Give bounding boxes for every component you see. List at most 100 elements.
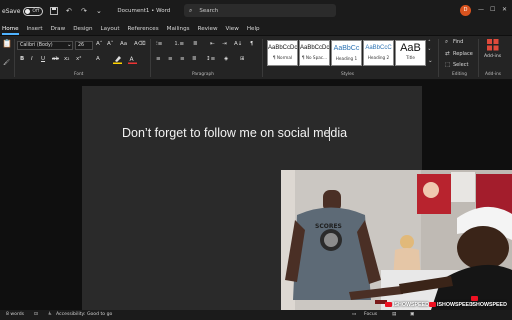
select-icon[interactable]: ⬚ — [445, 62, 450, 69]
addins-icon[interactable] — [487, 39, 499, 54]
document-text[interactable]: Don’t forget to follow me on social medi… — [122, 126, 347, 140]
align-left-icon[interactable]: ≡ — [156, 56, 161, 63]
print-layout-icon[interactable]: ▣ — [410, 312, 414, 317]
redo-icon[interactable]: ↷ — [79, 7, 88, 16]
style-heading-2[interactable]: AaBbCcC Heading 2 — [363, 40, 394, 66]
close-icon[interactable]: ✕ — [502, 6, 507, 13]
style-sample: AaBbCc — [333, 45, 360, 52]
style-title[interactable]: AaB Title — [395, 40, 426, 66]
find-icon[interactable]: ⌕ — [445, 39, 448, 46]
minimize-icon[interactable]: — — [478, 6, 484, 13]
focus-button[interactable]: Focus — [364, 312, 377, 317]
align-right-icon[interactable]: ≡ — [180, 56, 185, 63]
paste-icon[interactable]: 📋 — [2, 40, 12, 48]
line-spacing-icon[interactable]: ↕≡ — [206, 56, 215, 63]
toggle-knob — [25, 8, 31, 14]
style-name: Heading 2 — [367, 55, 390, 60]
increase-indent-icon[interactable]: ⇥ — [222, 41, 227, 48]
svg-text:A: A — [130, 56, 135, 63]
superscript-icon[interactable]: x² — [76, 56, 81, 63]
replace-label[interactable]: Replace — [453, 51, 473, 58]
proofing-icon[interactable]: ⊡ — [34, 312, 38, 317]
decrease-indent-icon[interactable]: ⇤ — [210, 41, 215, 48]
text-effects-icon[interactable]: A — [96, 56, 100, 63]
numbering-icon[interactable]: ⒈≡ — [174, 41, 184, 48]
tab-draw[interactable]: Draw — [49, 26, 72, 32]
tab-insert[interactable]: Insert — [25, 26, 49, 32]
bullets-icon[interactable]: ⁝≡ — [156, 41, 162, 48]
styles-scroll-down-icon[interactable]: ˅ — [428, 49, 431, 56]
tab-layout[interactable]: Layout — [99, 26, 126, 32]
styles-more-icon[interactable]: ⌄ — [428, 58, 433, 65]
style-normal[interactable]: AaBbCcDc ¶ Normal — [267, 40, 298, 66]
tab-review[interactable]: Review — [196, 26, 224, 32]
tab-view[interactable]: View — [224, 26, 245, 32]
undo-icon[interactable]: ↶ — [64, 7, 73, 16]
grow-font-icon[interactable]: A˄ — [96, 41, 103, 48]
search-box[interactable]: ⌕ Search — [184, 4, 336, 17]
shrink-font-icon[interactable]: A˅ — [107, 41, 114, 48]
tab-references[interactable]: References — [126, 26, 165, 32]
font-group-label: Font — [74, 72, 84, 77]
webcam-overlay: SCORES ISHOWSPEED ISHOWSPEED ISHOWSPEED — [281, 170, 512, 310]
style-heading-1[interactable]: AaBbCc Heading 1 — [331, 40, 362, 66]
word-count[interactable]: 8 words — [6, 312, 24, 317]
divider — [438, 39, 439, 77]
tab-help[interactable]: Help — [245, 26, 266, 32]
highlight-icon[interactable] — [113, 55, 122, 67]
divider — [150, 39, 151, 77]
strikethrough-icon[interactable]: ab — [52, 56, 59, 63]
styles-group-label: Styles — [341, 72, 355, 77]
tab-home[interactable]: Home — [0, 26, 25, 35]
borders-icon[interactable]: ⊞ — [240, 56, 245, 63]
maximize-icon[interactable]: ☐ — [490, 6, 495, 13]
accessibility-icon[interactable]: ♿ — [48, 312, 52, 317]
status-bar: 8 words ⊡ ♿ Accessibility: Good to go ▭ … — [0, 310, 512, 320]
tab-design[interactable]: Design — [71, 26, 98, 32]
multilevel-list-icon[interactable]: ≣ — [193, 41, 198, 48]
clear-formatting-icon[interactable]: A⌫ — [134, 41, 146, 48]
save-icon[interactable] — [49, 6, 58, 16]
font-size-value: 26 — [78, 43, 85, 48]
format-painter-icon[interactable]: 🖌 — [3, 60, 10, 67]
show-formatting-icon[interactable]: ¶ — [250, 41, 254, 48]
italic-icon[interactable]: I — [31, 56, 33, 63]
more-commands-icon[interactable]: ⌄ — [94, 7, 103, 16]
font-size-select[interactable]: 26 — [75, 41, 93, 50]
shirt-text: SCORES — [315, 223, 342, 230]
align-center-icon[interactable]: ≡ — [168, 56, 173, 63]
style-sample: AaB — [400, 42, 421, 54]
youtube-icon — [385, 302, 392, 308]
autosave-toggle[interactable]: Off — [23, 6, 44, 16]
shading-icon[interactable]: ◈ — [224, 56, 228, 63]
accessibility-status[interactable]: Accessibility: Good to go — [56, 312, 112, 317]
change-case-icon[interactable]: Aa — [120, 41, 127, 48]
sort-icon[interactable]: A↓ — [234, 41, 242, 48]
watermark-handle: ISHOWSPEED — [429, 302, 473, 308]
title-bar: eSave Off ↶ ↷ ⌄ Document1 • Word ⌕ Searc… — [0, 0, 512, 22]
text-cursor — [329, 127, 330, 141]
watermark-handle: ISHOWSPEED — [385, 302, 429, 308]
style-no-spacing[interactable]: AaBbCcDc ¶ No Spac... — [299, 40, 330, 66]
read-mode-icon[interactable]: ▤ — [392, 312, 396, 317]
replace-icon[interactable]: ⇄ — [445, 51, 450, 58]
avatar[interactable]: D — [460, 5, 471, 16]
subscript-icon[interactable]: x₂ — [64, 56, 69, 63]
style-name: Title — [406, 55, 415, 60]
tab-mailings[interactable]: Mailings — [165, 26, 196, 32]
bold-icon[interactable]: B — [20, 56, 24, 63]
underline-icon[interactable]: U — [41, 56, 45, 63]
find-label[interactable]: Find — [453, 39, 463, 46]
font-color-icon[interactable]: A — [128, 55, 137, 67]
justify-icon[interactable]: ≣ — [192, 56, 197, 63]
autosave: eSave Off — [2, 6, 44, 16]
font-name-select[interactable]: Calibri (Body) — [17, 41, 73, 50]
addins-button-label[interactable]: Add-ins — [484, 53, 501, 60]
style-name: ¶ Normal — [272, 55, 293, 60]
watermark-handle: ISHOWSPEED — [471, 296, 512, 308]
word-window: eSave Off ↶ ↷ ⌄ Document1 • Word ⌕ Searc… — [0, 0, 512, 320]
focus-icon[interactable]: ▭ — [352, 312, 356, 317]
divider — [478, 39, 479, 77]
select-label[interactable]: Select — [453, 62, 468, 69]
styles-scroll-up-icon[interactable]: ˄ — [428, 40, 431, 47]
